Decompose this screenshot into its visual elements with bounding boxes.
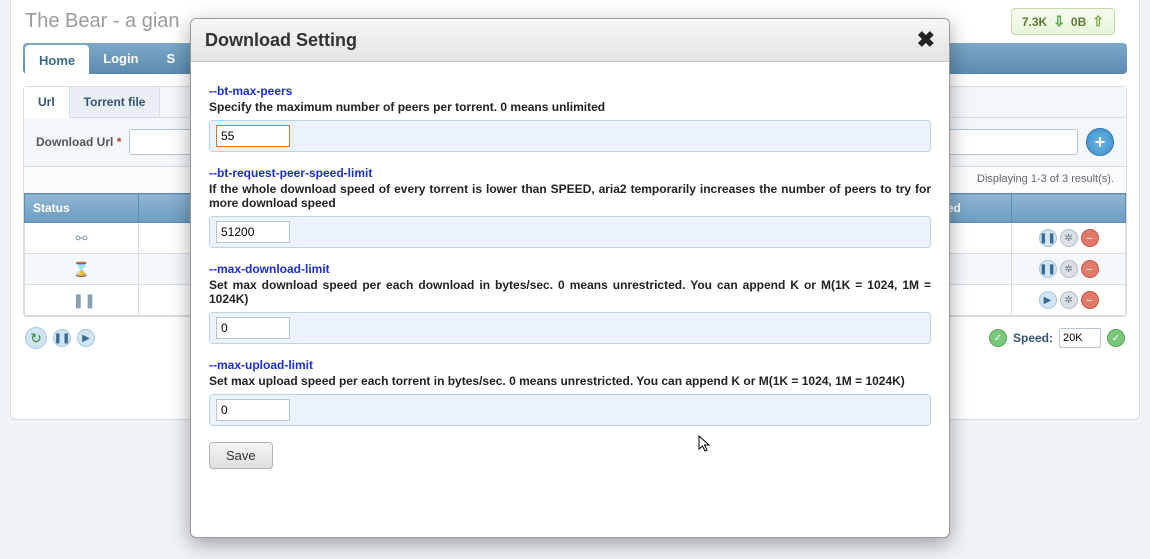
setting-key: --max-upload-limit — [209, 358, 931, 372]
setting-field — [209, 312, 931, 344]
setting-description: Set max upload speed per each torrent in… — [209, 374, 931, 388]
setting-key: --max-download-limit — [209, 262, 931, 276]
save-button[interactable]: Save — [209, 442, 273, 469]
setting-field — [209, 120, 931, 152]
dialog-close-button[interactable]: ✖ — [917, 29, 935, 51]
setting-key: --bt-max-peers — [209, 84, 931, 98]
setting-block: --max-download-limit Set max download spe… — [209, 262, 931, 344]
download-settings-dialog: Download Setting ✖ --bt-max-peers Specify… — [190, 18, 950, 538]
setting-field — [209, 216, 931, 248]
setting-description: Specify the maximum number of peers per … — [209, 100, 931, 114]
setting-input[interactable] — [216, 399, 290, 421]
setting-description: Set max download speed per each download… — [209, 278, 931, 306]
setting-input[interactable] — [216, 221, 290, 243]
dialog-body[interactable]: --bt-max-peers Specify the maximum number… — [191, 62, 949, 537]
setting-field — [209, 394, 931, 426]
setting-key: --bt-request-peer-speed-limit — [209, 166, 931, 180]
setting-input[interactable] — [216, 317, 290, 339]
setting-block: --bt-request-peer-speed-limit If the whol… — [209, 166, 931, 248]
setting-description: If the whole download speed of every tor… — [209, 182, 931, 210]
setting-block: --max-upload-limit Set max upload speed p… — [209, 358, 931, 426]
dialog-title: Download Setting — [205, 30, 917, 51]
setting-input[interactable] — [216, 125, 290, 147]
setting-block: --bt-max-peers Specify the maximum number… — [209, 84, 931, 152]
close-icon: ✖ — [917, 27, 935, 52]
